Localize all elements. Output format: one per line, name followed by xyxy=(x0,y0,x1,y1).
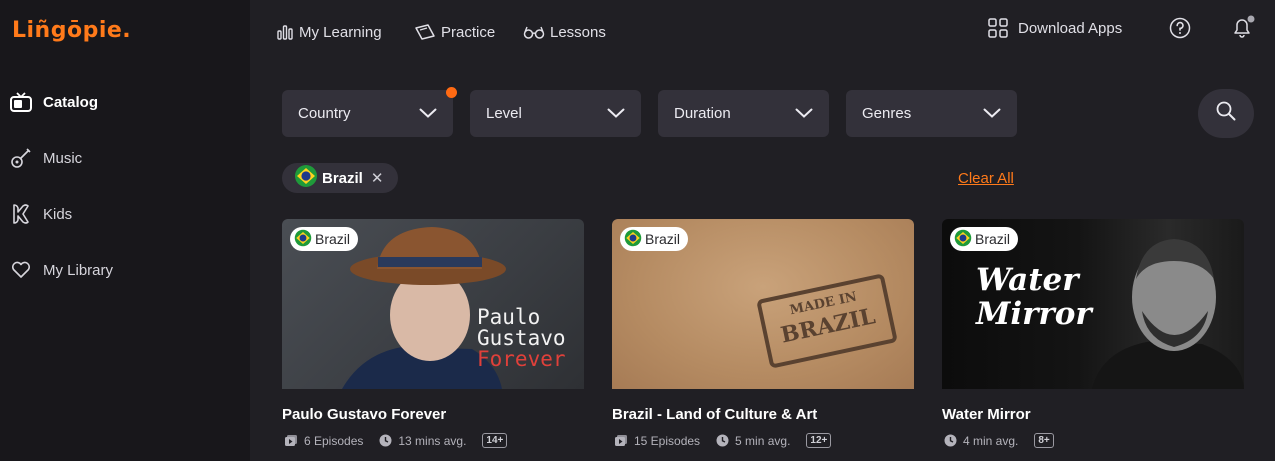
sidebar-item-label: Music xyxy=(43,149,83,167)
country-badge: Brazil xyxy=(950,227,1019,251)
bell-icon xyxy=(1229,15,1257,46)
show-card[interactable]: Paulo Gustavo Forever Brazil Paulo Gusta… xyxy=(282,219,584,448)
clock-icon xyxy=(716,434,729,447)
age-rating: 8+ xyxy=(1034,433,1054,448)
practice-card-icon xyxy=(413,22,437,42)
show-thumbnail[interactable]: MADE IN BRAZIL Brazil xyxy=(612,219,914,389)
search-icon xyxy=(1215,100,1237,127)
show-meta: 4 min avg. 8+ xyxy=(944,433,1054,448)
country-badge: Brazil xyxy=(620,227,689,251)
kids-icon xyxy=(10,203,32,225)
thumb-text: Gustavo xyxy=(477,326,566,350)
topnav-my-learning[interactable]: My Learning xyxy=(275,20,382,44)
topnav-lessons[interactable]: Lessons xyxy=(522,20,606,44)
badge-label: Brazil xyxy=(315,231,351,247)
help-button[interactable] xyxy=(1168,16,1192,40)
age-rating: 14+ xyxy=(482,433,508,448)
show-thumbnail[interactable]: Water Mirror Brazil xyxy=(942,219,1244,389)
show-thumbnail[interactable]: Paulo Gustavo Forever Brazil xyxy=(282,219,584,389)
chevron-down-icon xyxy=(795,105,813,122)
search-button[interactable] xyxy=(1198,89,1254,138)
country-dropdown[interactable]: Country xyxy=(282,90,453,137)
thumb-text: Paulo xyxy=(477,305,541,329)
dropdown-label: Genres xyxy=(862,105,912,122)
sidebar: Liñgōpie. Catalog Music Kids My Library xyxy=(0,0,250,461)
show-title[interactable]: Paulo Gustavo Forever xyxy=(282,406,446,423)
show-card[interactable]: Water Mirror Brazil Water Mirror 4 min a… xyxy=(942,219,1244,448)
apps-grid-icon xyxy=(985,18,1011,38)
episodes-count: 15 Episodes xyxy=(634,433,701,448)
topnav-label: Lessons xyxy=(550,23,606,41)
topnav-label: Download Apps xyxy=(1018,19,1123,37)
clock-icon xyxy=(944,434,957,447)
duration-avg: 5 min avg. xyxy=(735,433,791,448)
lingopie-logo[interactable]: Liñgōpie. xyxy=(12,18,131,43)
brazil-flag-icon xyxy=(294,229,312,250)
chip-label: Brazil xyxy=(322,169,363,187)
tv-icon xyxy=(10,91,32,113)
brazil-flag-icon xyxy=(954,229,972,250)
episodes-count: 6 Episodes xyxy=(304,433,364,448)
badge-label: Brazil xyxy=(975,231,1011,247)
sidebar-item-my-library[interactable]: My Library xyxy=(10,258,113,282)
badge-label: Brazil xyxy=(645,231,681,247)
duration-avg: 4 min avg. xyxy=(963,433,1019,448)
brazil-flag-icon xyxy=(624,229,642,250)
topnav-practice[interactable]: Practice xyxy=(413,20,495,44)
chevron-down-icon xyxy=(983,105,1001,122)
dropdown-label: Level xyxy=(486,105,522,122)
show-meta: 15 Episodes 5 min avg. 12+ xyxy=(614,433,832,448)
duration-dropdown[interactable]: Duration xyxy=(658,90,829,137)
filter-active-dot xyxy=(446,87,457,98)
duration-avg: 13 mins avg. xyxy=(398,433,467,448)
help-icon xyxy=(1168,17,1192,44)
sidebar-item-label: My Library xyxy=(43,261,114,279)
sidebar-item-kids[interactable]: Kids xyxy=(10,202,72,226)
chevron-down-icon xyxy=(419,105,437,122)
country-badge: Brazil xyxy=(290,227,359,251)
age-rating: 12+ xyxy=(806,433,832,448)
topnav-label: Practice xyxy=(441,23,496,41)
sidebar-item-catalog[interactable]: Catalog xyxy=(10,90,98,114)
level-dropdown[interactable]: Level xyxy=(470,90,641,137)
show-title[interactable]: Brazil - Land of Culture & Art xyxy=(612,406,817,423)
dropdown-label: Country xyxy=(298,105,351,122)
thumb-text: Forever xyxy=(477,347,566,371)
notifications-button[interactable] xyxy=(1229,14,1257,42)
thumb-text: Mirror xyxy=(976,296,1092,332)
show-card[interactable]: MADE IN BRAZIL Brazil Brazil - Land of C… xyxy=(612,219,914,448)
chevron-down-icon xyxy=(607,105,625,122)
sidebar-item-music[interactable]: Music xyxy=(10,146,82,170)
brazil-flag-icon xyxy=(294,164,318,192)
topnav-label: My Learning xyxy=(299,23,382,41)
sidebar-item-label: Kids xyxy=(43,205,73,223)
guitar-icon xyxy=(10,147,32,169)
made-in-brazil-stamp: MADE IN BRAZIL xyxy=(756,273,898,369)
download-apps-button[interactable]: Download Apps xyxy=(985,16,1122,40)
clear-all-link[interactable]: Clear All xyxy=(958,170,1014,187)
sidebar-item-label: Catalog xyxy=(43,93,99,111)
episodes-icon xyxy=(615,435,627,446)
show-meta: 6 Episodes 13 mins avg. 14+ xyxy=(284,433,508,448)
heart-icon xyxy=(10,259,32,281)
clock-icon xyxy=(379,434,392,447)
close-icon[interactable]: ✕ xyxy=(371,169,384,187)
thumb-text: Water xyxy=(976,262,1079,298)
glasses-icon xyxy=(522,22,546,42)
dropdown-label: Duration xyxy=(674,105,731,122)
genres-dropdown[interactable]: Genres xyxy=(846,90,1017,137)
episodes-icon xyxy=(285,435,297,446)
bar-chart-icon xyxy=(275,22,295,42)
filter-chip-brazil[interactable]: Brazil ✕ xyxy=(282,163,398,193)
show-title[interactable]: Water Mirror xyxy=(942,406,1031,423)
